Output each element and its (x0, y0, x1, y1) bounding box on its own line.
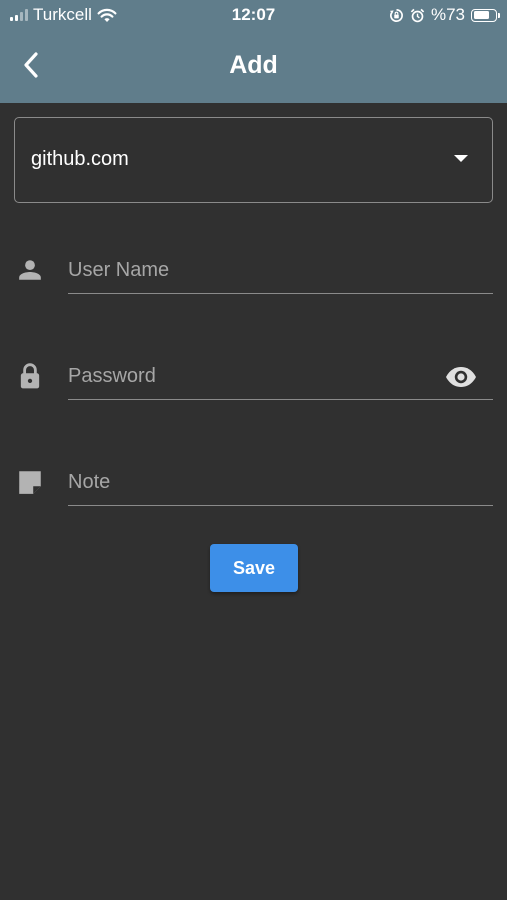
password-input[interactable] (68, 354, 493, 400)
status-bar-right: %73 (389, 5, 500, 25)
eye-icon (446, 367, 476, 387)
page-title: Add (229, 51, 278, 79)
site-dropdown[interactable]: github.com (14, 117, 493, 203)
battery-icon (471, 8, 500, 22)
status-bar: Turkcell 12:07 %73 (0, 0, 507, 30)
username-field (0, 240, 507, 300)
password-field (0, 346, 507, 406)
toggle-password-visibility-button[interactable] (443, 359, 479, 395)
alarm-icon (410, 8, 425, 22)
battery-percent: %73 (430, 5, 465, 24)
lock-icon (16, 362, 44, 390)
app-bar: Turkcell 12:07 %73 Add (0, 0, 507, 103)
site-dropdown-value: github.com (31, 148, 129, 170)
arrow-drop-down-icon (454, 155, 468, 162)
note-field (0, 452, 507, 512)
username-input[interactable] (68, 248, 493, 294)
save-button[interactable]: Save (210, 544, 298, 592)
person-icon (16, 256, 44, 284)
orientation-lock-icon (389, 8, 403, 22)
note-icon (16, 468, 44, 496)
note-input[interactable] (68, 460, 493, 506)
